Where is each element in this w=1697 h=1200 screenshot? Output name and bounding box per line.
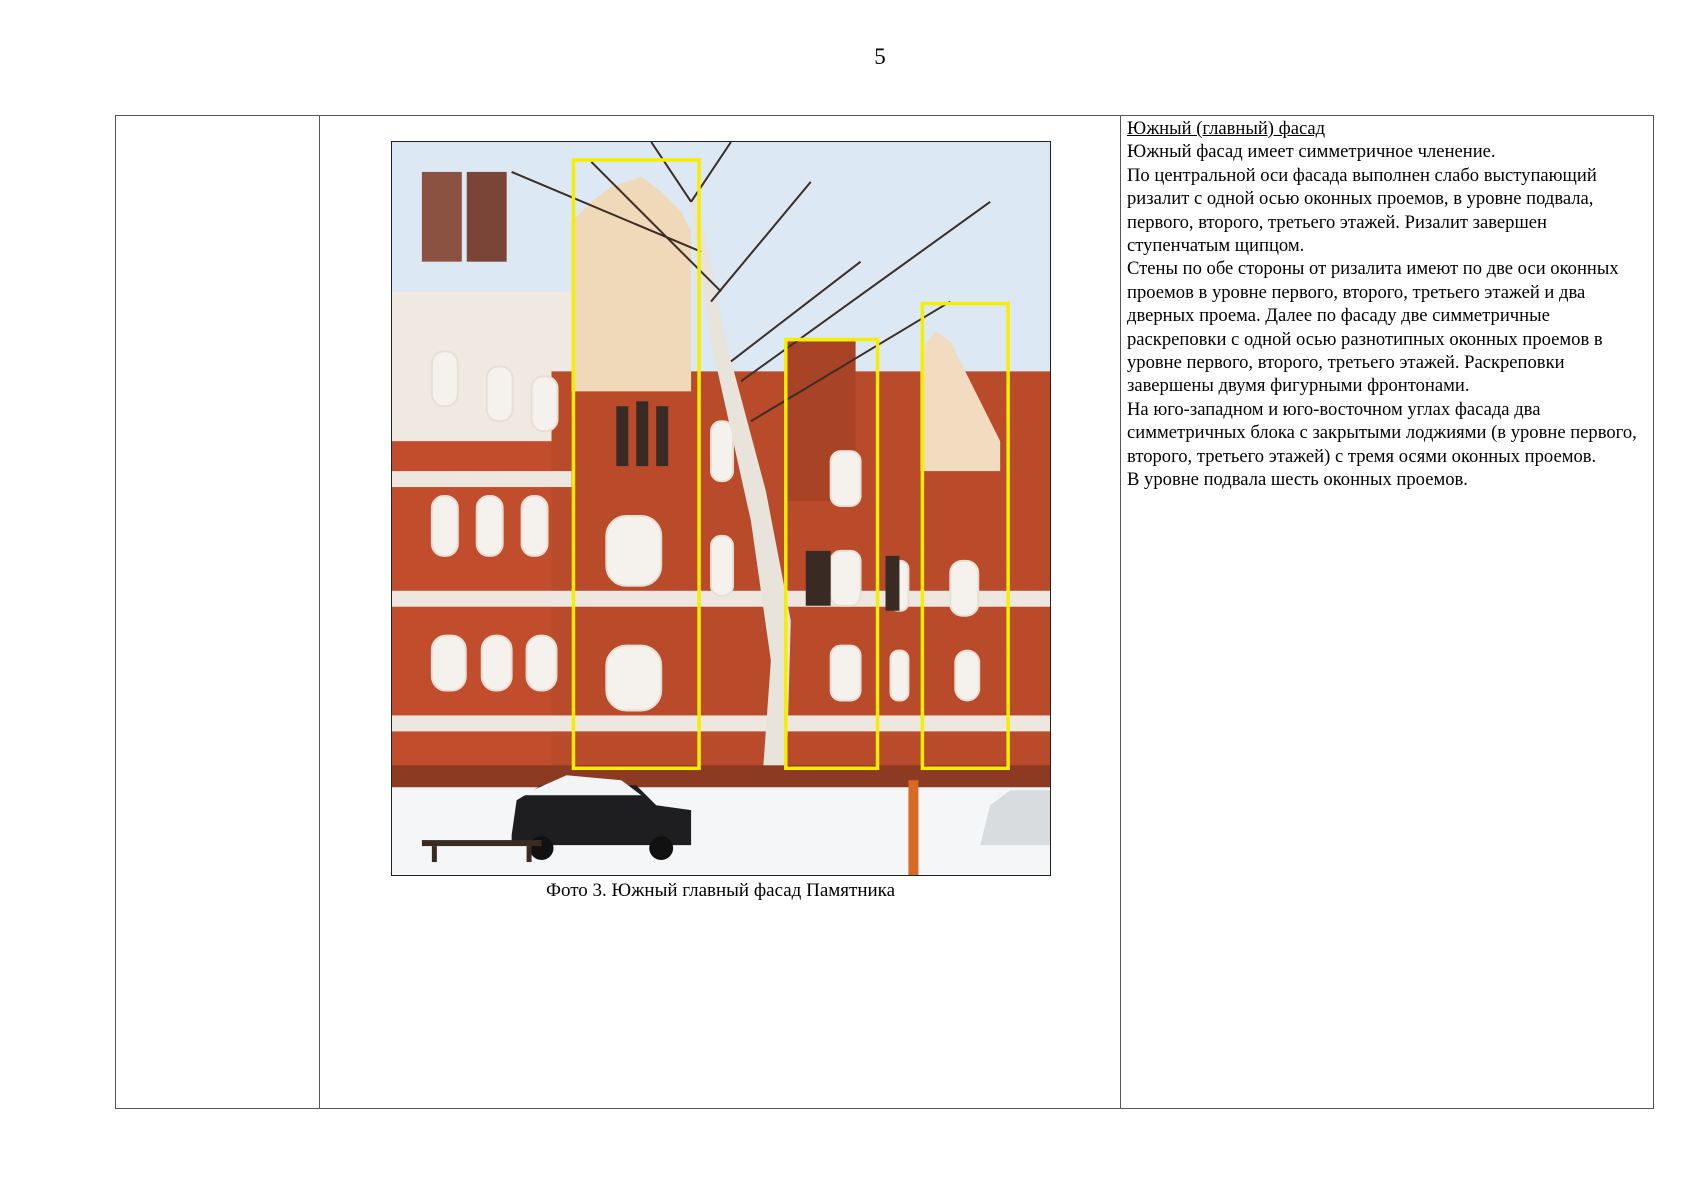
table-cell-empty [116, 116, 320, 1108]
photo-caption: Фото 3. Южный главный фасад Памятника [545, 880, 896, 901]
section-heading: Южный (главный) фасад [1127, 118, 1326, 139]
description-paragraph: По центральной оси фасада выполнен слабо… [1127, 164, 1597, 257]
facade-photo-illustration [392, 142, 1050, 875]
description-paragraph: Стены по обе стороны от ризалита имеют п… [1127, 258, 1619, 397]
document-table: Фото 3. Южный главный фасад Памятника Юж… [115, 115, 1654, 1109]
description-paragraph: Южный фасад имеет симметричное членение. [1127, 141, 1496, 163]
description-paragraph: В уровне подвала шесть оконных проемов. [1127, 469, 1468, 491]
table-cell-photo: Фото 3. Южный главный фасад Памятника [320, 116, 1121, 1108]
table-cell-description: Южный (главный) фасад Южный фасад имеет … [1121, 116, 1653, 1108]
facade-photo [391, 141, 1051, 876]
page-number: 5 [874, 44, 886, 69]
description-paragraph: На юго-западном и юго-восточном углах фа… [1127, 398, 1637, 467]
